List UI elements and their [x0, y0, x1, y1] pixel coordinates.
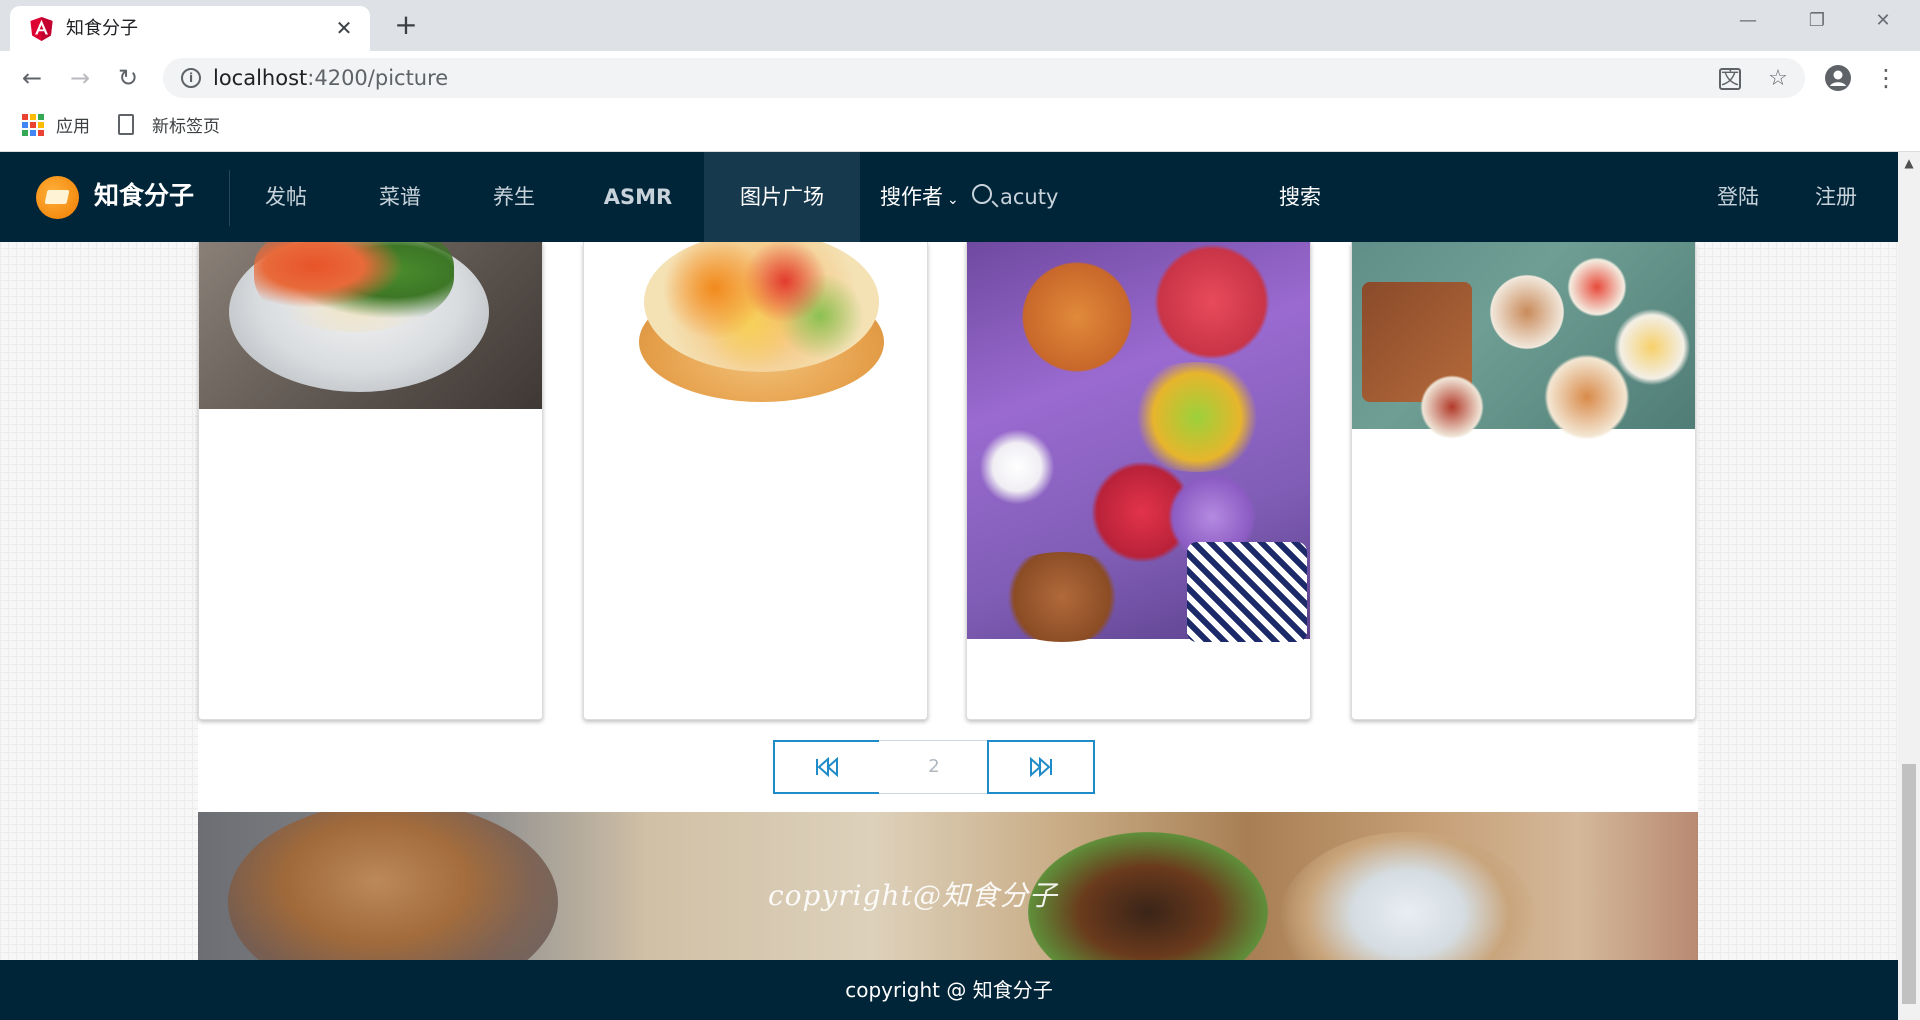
sashimi-platter-image[interactable] [199, 242, 542, 409]
tab-title: 知食分子 [66, 18, 138, 39]
nav-item-picture-square[interactable]: 图片广场 [704, 152, 860, 242]
back-arrow-icon[interactable]: ← [14, 62, 50, 94]
account-circle-icon [1825, 65, 1851, 91]
minimize-icon[interactable]: — [1728, 6, 1768, 36]
page-viewport: 知食分子 发帖 菜谱 养生 ASMR 图片广场 搜作者⌄ 搜索 登陆 注册 [0, 152, 1898, 1020]
new-tab-icon[interactable]: + [391, 10, 421, 40]
translate-icon[interactable]: 文 [1719, 68, 1741, 90]
browser-tabstrip: 知食分子 ✕ + — ❐ ✕ [0, 0, 1920, 51]
site-brand[interactable]: 知食分子 [94, 178, 194, 214]
bookmark-new-tab[interactable]: 新标签页 [152, 114, 220, 140]
scroll-up-arrow-icon[interactable]: ▲ [1898, 154, 1920, 172]
url-host: localhost [213, 66, 308, 90]
first-page-button[interactable] [773, 740, 881, 794]
url-path: :4200/picture [307, 66, 449, 90]
login-link[interactable]: 登陆 [1708, 152, 1768, 242]
window-close-icon[interactable]: ✕ [1863, 6, 1903, 36]
url-text[interactable]: localhost:4200/picture [213, 66, 448, 90]
current-page-number[interactable]: 2 [879, 740, 989, 794]
picture-card[interactable] [1351, 242, 1696, 720]
register-link[interactable]: 注册 [1806, 152, 1866, 242]
footer-banner-image: copyright@知食分子 [198, 812, 1698, 960]
site-info-icon[interactable]: i [181, 68, 201, 88]
author-search-dropdown[interactable]: 搜作者 ⌄ [880, 152, 959, 242]
nav-item-recipes[interactable]: 菜谱 [358, 152, 442, 242]
site-navbar: 知食分子 发帖 菜谱 养生 ASMR 图片广场 搜作者⌄ 搜索 登陆 注册 [0, 152, 1898, 242]
tab-close-icon[interactable]: ✕ [332, 16, 356, 40]
bookmark-apps[interactable]: 应用 [56, 114, 90, 140]
banner-watermark: copyright@知食分子 [768, 879, 1058, 912]
picture-card[interactable] [198, 242, 543, 720]
page-scrollbar[interactable]: ▲ [1898, 152, 1920, 1020]
nav-item-post[interactable]: 发帖 [244, 152, 328, 242]
nav-item-asmr[interactable]: ASMR [586, 152, 690, 242]
rewind-icon [816, 756, 838, 778]
nav-divider [229, 170, 230, 226]
site-footer: copyright @ 知食分子 [0, 960, 1898, 1020]
sweets-illustration-image[interactable] [967, 242, 1310, 642]
picture-card[interactable] [583, 242, 928, 720]
site-logo-icon[interactable] [36, 176, 79, 219]
page-icon [118, 114, 134, 135]
bookmarks-bar [0, 104, 1920, 152]
address-bar[interactable]: i localhost:4200/picture 文 ☆ [163, 58, 1805, 98]
table-spread-image[interactable] [1352, 242, 1695, 442]
search-box [970, 180, 1250, 216]
author-dropdown-label: 搜作者 [880, 185, 943, 209]
reload-icon[interactable]: ↻ [110, 62, 146, 94]
picture-gallery: 2 copyright@知食分子 [198, 242, 1698, 960]
fruit-tart-image[interactable] [584, 242, 927, 429]
last-page-button[interactable] [987, 740, 1095, 794]
restore-icon[interactable]: ❐ [1797, 6, 1837, 36]
picture-card[interactable] [966, 242, 1311, 720]
forward-arrow-icon[interactable]: → [62, 62, 98, 94]
account-icon[interactable] [1822, 62, 1854, 94]
search-input[interactable] [1000, 182, 1240, 212]
browser-menu-icon[interactable]: ⋮ [1870, 62, 1902, 94]
browser-tab[interactable]: 知食分子 ✕ [10, 6, 370, 51]
fast-forward-icon [1030, 756, 1052, 778]
search-button[interactable]: 搜索 [1268, 152, 1332, 242]
angular-favicon-icon [30, 17, 53, 41]
chevron-down-icon: ⌄ [947, 192, 959, 208]
apps-grid-icon[interactable] [22, 114, 44, 136]
bookmark-star-icon[interactable]: ☆ [1765, 66, 1791, 92]
search-icon [972, 184, 992, 204]
nav-item-health[interactable]: 养生 [472, 152, 556, 242]
scrollbar-thumb[interactable] [1902, 764, 1916, 1004]
